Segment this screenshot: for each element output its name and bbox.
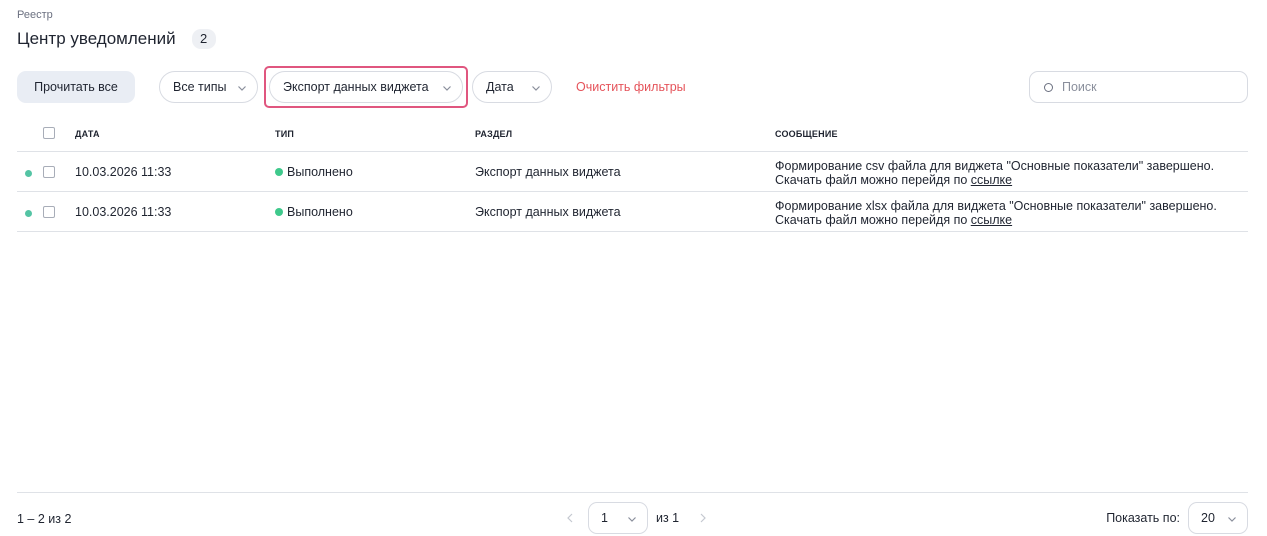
header-section[interactable]: РАЗДЕЛ	[475, 129, 512, 139]
unread-indicator	[25, 210, 32, 217]
pager: 1 из 1	[560, 502, 713, 534]
next-page-button[interactable]	[693, 508, 713, 528]
row-message-text: Формирование xlsx файла для виджета "Осн…	[775, 199, 1217, 213]
table-row[interactable]: 10.03.2026 11:33 Выполнено Экспорт данны…	[17, 152, 1248, 192]
date-filter-value: Дата	[486, 80, 514, 94]
chevron-down-icon	[532, 86, 540, 91]
chevron-down-icon	[628, 517, 636, 522]
per-page-value: 20	[1201, 511, 1215, 525]
title-row: Центр уведомлений 2	[17, 29, 216, 49]
row-section: Экспорт данных виджета	[475, 205, 621, 219]
chevron-down-icon	[443, 86, 451, 91]
chevron-down-icon	[238, 86, 246, 91]
download-link[interactable]: ссылке	[971, 173, 1012, 187]
notifications-table: ДАТА ТИП РАЗДЕЛ СООБЩЕНИЕ 10.03.2026 11:…	[17, 118, 1248, 232]
focus-highlight: Экспорт данных виджета	[264, 66, 468, 108]
search-input[interactable]	[1062, 80, 1232, 94]
row-date: 10.03.2026 11:33	[75, 165, 172, 179]
table-header: ДАТА ТИП РАЗДЕЛ СООБЩЕНИЕ	[17, 118, 1248, 152]
status-dot	[275, 168, 283, 176]
pagination-footer: 1 – 2 из 2 1 из 1 Показать по: 20	[17, 492, 1248, 536]
row-checkbox[interactable]	[43, 206, 55, 218]
row-checkbox[interactable]	[43, 166, 55, 178]
prev-page-button[interactable]	[560, 508, 580, 528]
section-filter-select[interactable]: Экспорт данных виджета	[269, 71, 463, 103]
per-page-label: Показать по:	[1106, 511, 1180, 525]
row-section: Экспорт данных виджета	[475, 165, 621, 179]
count-badge: 2	[191, 29, 216, 49]
chevron-down-icon	[1228, 517, 1236, 522]
select-all-checkbox[interactable]	[43, 127, 55, 139]
type-filter-select[interactable]: Все типы	[159, 71, 258, 103]
status-dot	[275, 208, 283, 216]
unread-indicator	[25, 170, 32, 177]
search-box[interactable]	[1029, 71, 1248, 103]
header-message[interactable]: СООБЩЕНИЕ	[775, 129, 838, 139]
header-date[interactable]: ДАТА	[75, 129, 100, 139]
row-message: Формирование xlsx файла для виджета "Осн…	[775, 199, 1245, 227]
chevron-left-icon	[567, 513, 573, 523]
type-filter-value: Все типы	[173, 80, 227, 94]
table-row[interactable]: 10.03.2026 11:33 Выполнено Экспорт данны…	[17, 192, 1248, 232]
download-link[interactable]: ссылке	[971, 213, 1012, 227]
header-type[interactable]: ТИП	[275, 129, 294, 139]
clear-filters-link[interactable]: Очистить фильтры	[576, 80, 686, 94]
page-select[interactable]: 1	[588, 502, 648, 534]
per-page-select[interactable]: 20	[1188, 502, 1248, 534]
range-text: 1 – 2 из 2	[17, 512, 72, 526]
chevron-right-icon	[700, 513, 706, 523]
page-select-value: 1	[601, 511, 608, 525]
row-message-download-text: Скачать файл можно перейдя по	[775, 173, 971, 187]
toolbar: Прочитать все Все типы Экспорт данных ви…	[17, 66, 1248, 108]
row-message-text: Формирование csv файла для виджета "Осно…	[775, 159, 1215, 173]
row-date: 10.03.2026 11:33	[75, 205, 172, 219]
total-pages-text: из 1	[656, 511, 680, 525]
row-type: Выполнено	[275, 205, 353, 219]
per-page-control: Показать по: 20	[1106, 502, 1248, 534]
breadcrumb[interactable]: Реестр	[17, 9, 53, 21]
row-type-label: Выполнено	[287, 205, 353, 219]
search-icon	[1044, 82, 1053, 92]
read-all-button[interactable]: Прочитать все	[17, 71, 135, 103]
row-type-label: Выполнено	[287, 165, 353, 179]
date-filter-select[interactable]: Дата	[472, 71, 552, 103]
row-message-download: Скачать файл можно перейдя по ссылке	[775, 213, 1245, 227]
page-title: Центр уведомлений	[17, 29, 176, 48]
section-filter-value: Экспорт данных виджета	[283, 80, 429, 94]
row-message-download: Скачать файл можно перейдя по ссылке	[775, 173, 1245, 187]
row-type: Выполнено	[275, 165, 353, 179]
row-message-download-text: Скачать файл можно перейдя по	[775, 213, 971, 227]
row-message: Формирование csv файла для виджета "Осно…	[775, 159, 1245, 187]
